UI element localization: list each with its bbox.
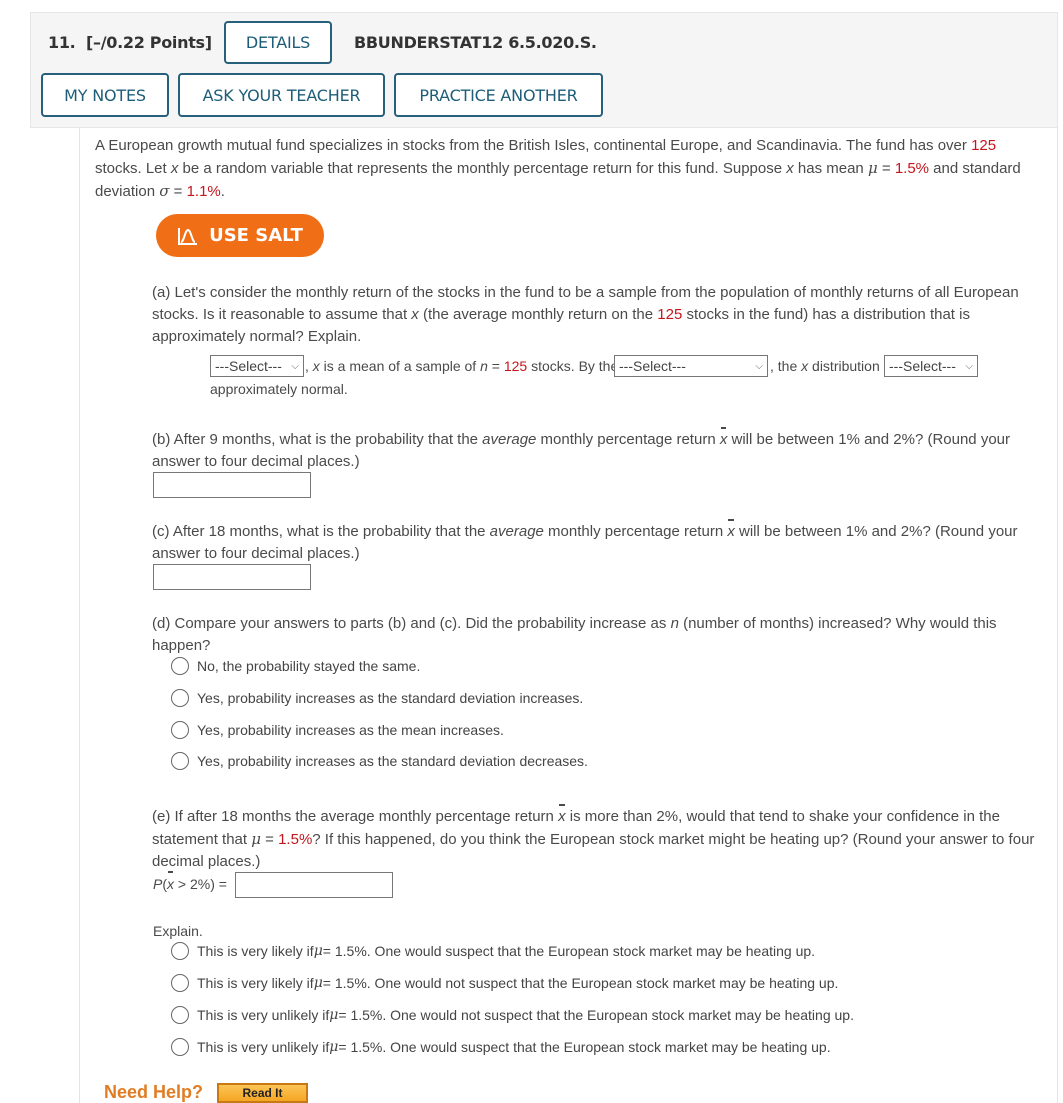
- radio-button[interactable]: [171, 689, 189, 707]
- ask-your-teacher-button[interactable]: ASK YOUR TEACHER: [178, 73, 385, 117]
- radio-button[interactable]: [171, 752, 189, 770]
- part-a-select-1[interactable]: ---Select--- ⌵: [210, 355, 304, 377]
- stock-count: 125: [971, 137, 997, 154]
- part-a-end: approximately normal.: [210, 381, 348, 397]
- use-salt-button[interactable]: USE SALT: [156, 214, 324, 257]
- part-a-sentence-2: , the x distribution: [770, 358, 880, 374]
- part-e-probability-label: P(x > 2%) =: [153, 871, 227, 895]
- part-d-question: (d) Compare your answers to parts (b) an…: [152, 615, 997, 654]
- part-a-question: (a) Let's consider the monthly return of…: [152, 284, 1019, 345]
- part-a-select-2[interactable]: ---Select--- ⌵: [614, 355, 768, 377]
- question-number: 11.: [48, 33, 76, 52]
- part-d-option-2[interactable]: Yes, probability increases as the standa…: [171, 689, 583, 707]
- part-b-answer-input[interactable]: [153, 472, 311, 498]
- radio-button[interactable]: [171, 974, 189, 992]
- part-e-option-4[interactable]: This is very unlikely if μ = 1.5%. One w…: [171, 1038, 831, 1056]
- part-c-answer-input[interactable]: [153, 564, 311, 590]
- part-e-question: (e) If after 18 months the average month…: [152, 804, 1035, 870]
- use-salt-label: USE SALT: [209, 225, 303, 246]
- distribution-curve-icon: [178, 227, 198, 245]
- part-a-select-3[interactable]: ---Select--- ⌵: [884, 355, 978, 377]
- radio-button[interactable]: [171, 657, 189, 675]
- part-e-option-3[interactable]: This is very unlikely if μ = 1.5%. One w…: [171, 1006, 854, 1024]
- part-d-option-1[interactable]: No, the probability stayed the same.: [171, 657, 420, 675]
- radio-button[interactable]: [171, 1038, 189, 1056]
- chevron-down-icon: ⌵: [965, 360, 973, 372]
- read-it-button[interactable]: Read It: [217, 1083, 308, 1103]
- mean-value: 1.5%: [894, 160, 930, 177]
- chevron-down-icon: ⌵: [755, 360, 763, 372]
- part-e-option-2[interactable]: This is very likely if μ = 1.5%. One wou…: [171, 974, 838, 992]
- radio-button[interactable]: [171, 721, 189, 739]
- part-e-option-1[interactable]: This is very likely if μ = 1.5%. One wou…: [171, 942, 815, 960]
- my-notes-button[interactable]: MY NOTES: [41, 73, 169, 117]
- chevron-down-icon: ⌵: [291, 360, 299, 372]
- radio-button[interactable]: [171, 1006, 189, 1024]
- part-d-option-3[interactable]: Yes, probability increases as the mean i…: [171, 721, 504, 739]
- details-button[interactable]: DETAILS: [224, 21, 332, 64]
- problem-intro: A European growth mutual fund specialize…: [95, 137, 1021, 200]
- explain-label: Explain.: [153, 923, 203, 939]
- points-label: [–/0.22 Points]: [86, 33, 212, 52]
- problem-code: BBUNDERSTAT12 6.5.020.S.: [354, 33, 597, 52]
- need-help-label: Need Help?: [104, 1082, 204, 1102]
- sd-value: 1.1%: [186, 183, 221, 200]
- radio-button[interactable]: [171, 942, 189, 960]
- part-d-option-4[interactable]: Yes, probability increases as the standa…: [171, 752, 588, 770]
- part-c-question: (c) After 18 months, what is the probabi…: [152, 519, 1018, 562]
- question-header: 11. [–/0.22 Points] DETAILS BBUNDERSTAT1…: [30, 12, 1058, 128]
- part-e-answer-input[interactable]: [235, 872, 393, 898]
- practice-another-button[interactable]: PRACTICE ANOTHER: [394, 73, 603, 117]
- part-b-question: (b) After 9 months, what is the probabil…: [152, 427, 1010, 470]
- question-points: 11. [–/0.22 Points]: [48, 33, 212, 52]
- part-a-sentence: , x is a mean of a sample of n = 125 sto…: [305, 358, 619, 374]
